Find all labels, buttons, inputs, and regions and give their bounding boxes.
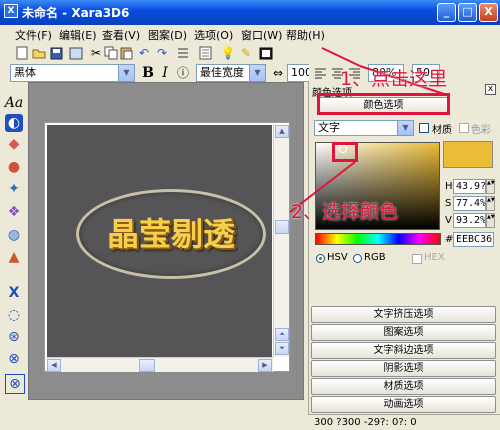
annotation-step1: 1、点击这里	[340, 68, 448, 90]
annotation-step2: 2、选择颜色	[291, 201, 399, 223]
